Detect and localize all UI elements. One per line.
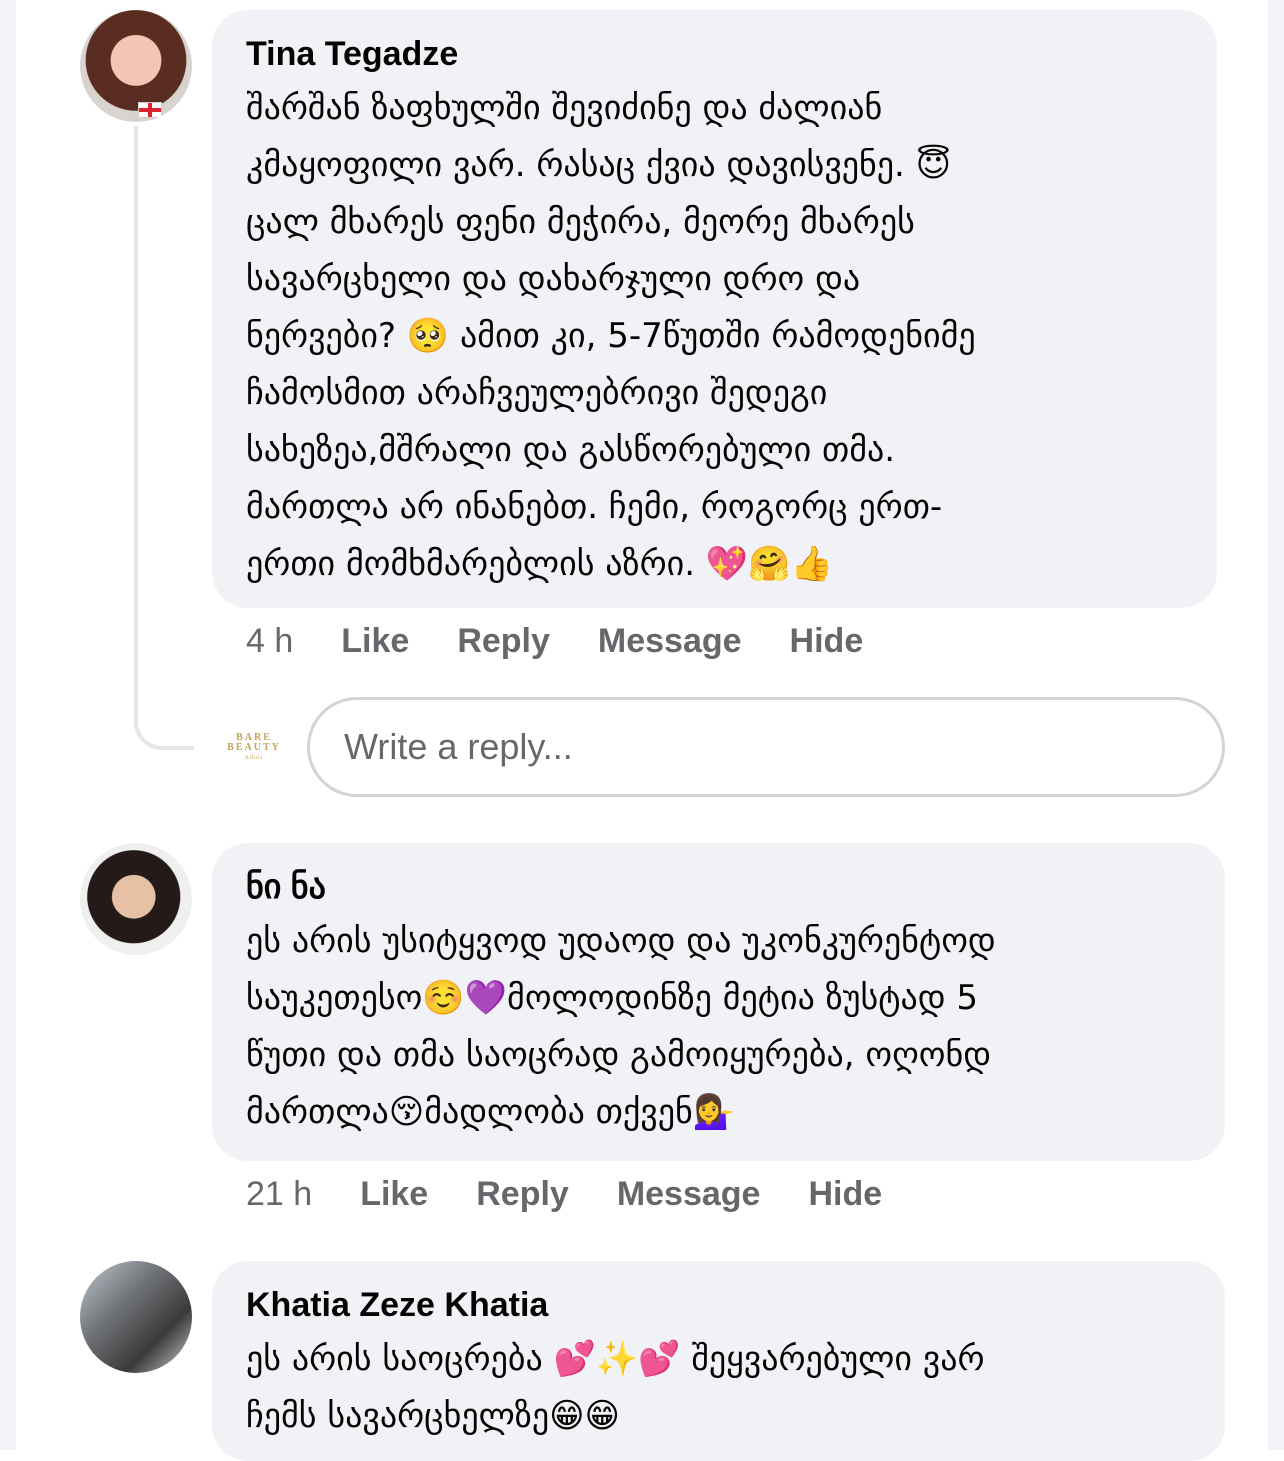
comment-author[interactable]: Tina Tegadze bbox=[246, 34, 1183, 74]
reply-input[interactable]: Write a reply... bbox=[307, 697, 1225, 797]
message-button[interactable]: Message bbox=[598, 622, 742, 661]
comment-bubble: Tina Tegadze შარშან ზაფხულში შევიძინე და… bbox=[212, 10, 1217, 608]
comment-text: შარშან ზაფხულში შევიძინე და ძალიან კმაყო… bbox=[246, 88, 976, 584]
avatar-ni-na[interactable] bbox=[80, 843, 192, 955]
hide-button[interactable]: Hide bbox=[808, 1175, 882, 1214]
hide-button[interactable]: Hide bbox=[790, 622, 864, 661]
reply-input-placeholder: Write a reply... bbox=[344, 726, 573, 767]
avatar-tina-tegadze[interactable] bbox=[80, 10, 192, 122]
comment-author[interactable]: Khatia Zeze Khatia bbox=[246, 1285, 1191, 1325]
comment-bubble: Khatia Zeze Khatia ეს არის საოცრება 💕✨💕 … bbox=[212, 1261, 1225, 1461]
reply-button[interactable]: Reply bbox=[457, 622, 550, 661]
like-button[interactable]: Like bbox=[341, 622, 409, 661]
comment-timestamp[interactable]: 4 h bbox=[246, 622, 293, 661]
comment-actions: 4 h Like Reply Message Hide bbox=[246, 622, 863, 661]
comment-actions: 21 h Like Reply Message Hide bbox=[246, 1175, 882, 1214]
avatar-khatia-zeze-khatia[interactable] bbox=[80, 1261, 192, 1373]
comment-author[interactable]: ნი ნა bbox=[246, 867, 1191, 907]
thread-connector-line bbox=[134, 126, 194, 750]
georgian-flag-icon bbox=[138, 102, 162, 118]
page-avatar-logo: BARE BEAUTY Adult bbox=[216, 722, 292, 774]
comment-timestamp[interactable]: 21 h bbox=[246, 1175, 312, 1214]
comment-text: ეს არის უსიტყვოდ უდაოდ და უკონკურენტოდ ს… bbox=[246, 921, 996, 1132]
like-button[interactable]: Like bbox=[360, 1175, 428, 1214]
comment-bubble: ნი ნა ეს არის უსიტყვოდ უდაოდ და უკონკურე… bbox=[212, 843, 1225, 1161]
reply-button[interactable]: Reply bbox=[476, 1175, 569, 1214]
right-edge-strip bbox=[1268, 0, 1284, 1450]
left-edge-strip bbox=[0, 0, 16, 1450]
logo-text-line3: Adult bbox=[244, 755, 264, 761]
comment-text: ეს არის საოცრება 💕✨💕 შეყვარებული ვარ ჩემ… bbox=[246, 1339, 985, 1436]
logo-text-line2: BEAUTY bbox=[227, 742, 281, 753]
message-button[interactable]: Message bbox=[617, 1175, 761, 1214]
